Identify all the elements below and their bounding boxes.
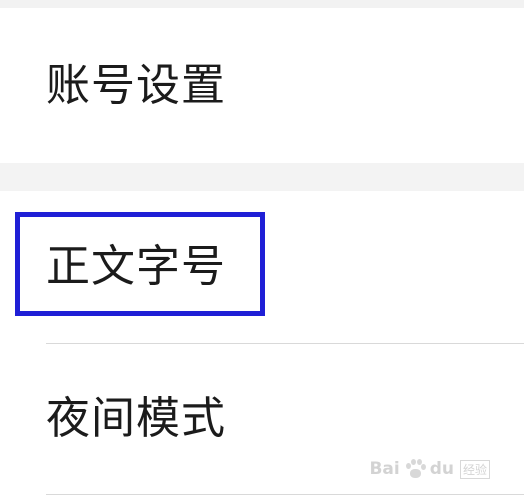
watermark-sub: 经验 [459,459,490,479]
settings-item-account[interactable]: 账号设置 [0,8,524,163]
settings-item-label: 正文字号 [46,241,226,292]
watermark-brand-suffix: du [429,459,454,479]
settings-item-font-size[interactable]: 正文字号 [0,191,524,343]
settings-screen: 账号设置 正文字号 夜间模式 Bai du 经验 [0,0,524,500]
watermark-brand: Bai [369,459,400,479]
watermark: Bai du 经验 [369,458,490,480]
divider [46,494,524,495]
settings-item-label: 账号设置 [46,59,226,111]
section-separator [0,163,524,191]
baidu-paw-icon [404,458,426,480]
settings-item-label: 夜间模式 [46,393,226,444]
top-strip [0,0,524,8]
